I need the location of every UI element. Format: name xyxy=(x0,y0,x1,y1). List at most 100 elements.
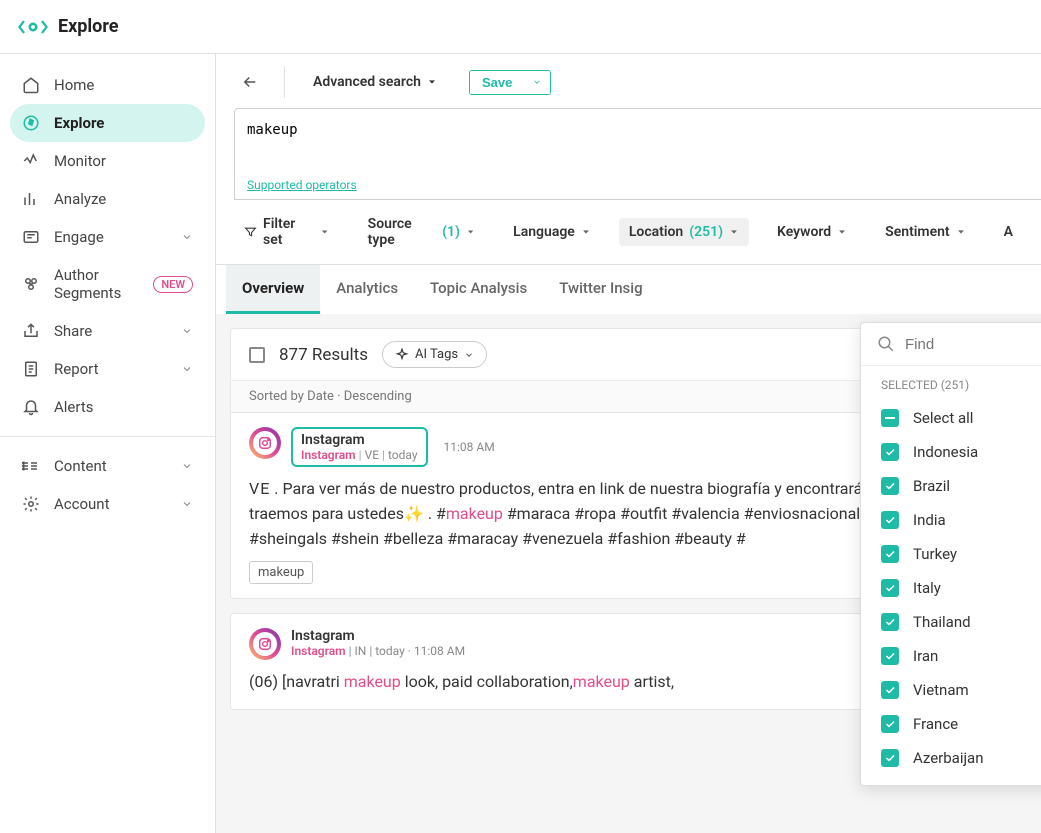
more-filters[interactable]: A xyxy=(994,218,1023,246)
keyword-dropdown[interactable]: Keyword xyxy=(767,218,857,246)
location-label: France xyxy=(913,715,1041,733)
location-label: Italy xyxy=(913,579,1041,597)
filter-label: Language xyxy=(513,224,575,240)
location-option[interactable]: Italy 53 xyxy=(861,571,1041,605)
results-count: 877 Results xyxy=(279,345,368,365)
selected-count-label: SELECTED (251) xyxy=(881,378,969,393)
sidebar-item-author-segments[interactable]: Author Segments NEW xyxy=(10,256,205,312)
checkbox-checked[interactable] xyxy=(881,443,899,461)
sidebar-item-label: Monitor xyxy=(54,152,106,170)
checkbox-indeterminate[interactable] xyxy=(881,409,899,427)
sentiment-dropdown[interactable]: Sentiment xyxy=(875,218,975,246)
result-tag[interactable]: makeup xyxy=(249,561,313,584)
sidebar: Home Explore Monitor Analyze Engage xyxy=(0,54,216,833)
tab-analytics[interactable]: Analytics xyxy=(320,265,414,314)
language-dropdown[interactable]: Language xyxy=(503,218,601,246)
advanced-search-dropdown[interactable]: Advanced search xyxy=(303,68,447,96)
report-icon xyxy=(22,360,40,378)
select-all-row[interactable]: Select all xyxy=(861,401,1041,435)
select-all-label: Select all xyxy=(913,409,1041,427)
result-date: today xyxy=(375,644,405,658)
location-label: India xyxy=(913,511,1041,529)
sidebar-item-label: Account xyxy=(54,495,110,513)
sidebar-item-engage[interactable]: Engage xyxy=(10,218,205,256)
checkbox-checked[interactable] xyxy=(881,749,899,767)
location-option[interactable]: Iran 35 xyxy=(861,639,1041,673)
dropdown-search xyxy=(861,323,1041,366)
sidebar-item-report[interactable]: Report xyxy=(10,350,205,388)
filter-icon xyxy=(244,225,257,239)
location-option[interactable]: Indonesia 227 xyxy=(861,435,1041,469)
search-icon xyxy=(877,335,895,353)
checkbox-checked[interactable] xyxy=(881,545,899,563)
location-label: Iran xyxy=(913,647,1041,665)
sidebar-item-analyze[interactable]: Analyze xyxy=(10,180,205,218)
select-all-checkbox[interactable] xyxy=(249,347,265,363)
save-dropdown[interactable] xyxy=(524,71,550,94)
chevron-down-icon xyxy=(181,231,193,243)
sidebar-item-label: Author Segments xyxy=(54,266,135,302)
checkbox-checked[interactable] xyxy=(881,477,899,495)
new-badge: NEW xyxy=(153,276,193,293)
sidebar-item-label: Content xyxy=(54,457,107,475)
checkbox-checked[interactable] xyxy=(881,511,899,529)
instagram-icon xyxy=(258,637,272,651)
result-platform: Instagram xyxy=(301,432,418,448)
supported-operators-link[interactable]: Supported operators xyxy=(247,178,357,192)
result-platform: Instagram xyxy=(291,628,465,644)
tab-topic-analysis[interactable]: Topic Analysis xyxy=(414,265,543,314)
location-option[interactable]: Azerbaijan 26 xyxy=(861,741,1041,775)
back-button[interactable] xyxy=(234,66,266,98)
location-option[interactable]: France 30 xyxy=(861,707,1041,741)
filter-count: (251) xyxy=(689,224,723,240)
checkbox-checked[interactable] xyxy=(881,579,899,597)
alerts-icon xyxy=(22,398,40,416)
caret-down-icon xyxy=(320,227,329,237)
sidebar-item-home[interactable]: Home xyxy=(10,66,205,104)
chevron-down-icon xyxy=(181,498,193,510)
sidebar-item-monitor[interactable]: Monitor xyxy=(10,142,205,180)
chevron-down-icon xyxy=(181,460,193,472)
search-input[interactable] xyxy=(247,122,1029,138)
checkbox-checked[interactable] xyxy=(881,715,899,733)
caret-down-icon xyxy=(837,227,847,237)
save-button[interactable]: Save xyxy=(470,71,524,94)
sidebar-item-alerts[interactable]: Alerts xyxy=(10,388,205,426)
avatar xyxy=(249,427,281,459)
ai-tags-button[interactable]: AI Tags xyxy=(382,341,487,368)
filter-label: Filter set xyxy=(263,216,314,248)
location-label: Indonesia xyxy=(913,443,1041,461)
location-option[interactable]: Vietnam 32 xyxy=(861,673,1041,707)
location-option[interactable]: Turkey 69 xyxy=(861,537,1041,571)
filter-set-dropdown[interactable]: Filter set xyxy=(234,210,340,254)
tab-overview[interactable]: Overview xyxy=(226,265,320,314)
sidebar-item-content[interactable]: Content xyxy=(10,447,205,485)
location-option[interactable]: Brazil 102 xyxy=(861,469,1041,503)
sidebar-item-account[interactable]: Account xyxy=(10,485,205,523)
monitor-icon xyxy=(22,152,40,170)
result-source[interactable]: Instagram xyxy=(301,448,356,462)
location-dropdown-trigger[interactable]: Location (251) xyxy=(619,218,749,246)
content-icon xyxy=(22,457,40,475)
filter-label: A xyxy=(1004,224,1013,240)
logo[interactable]: Explore xyxy=(18,16,118,37)
source-type-dropdown[interactable]: Source type (1) xyxy=(358,210,485,254)
sidebar-item-share[interactable]: Share xyxy=(10,312,205,350)
sidebar-item-label: Report xyxy=(54,360,99,378)
dropdown-list[interactable]: Select all Indonesia 227 Brazil 102 Indi… xyxy=(861,401,1041,785)
advanced-search-label: Advanced search xyxy=(313,74,421,90)
checkbox-checked[interactable] xyxy=(881,647,899,665)
location-option[interactable]: Thailand 36 xyxy=(861,605,1041,639)
logo-icon xyxy=(18,17,48,37)
save-button-group: Save xyxy=(469,70,551,95)
result-location: IN xyxy=(355,644,367,658)
location-option[interactable]: India 100 xyxy=(861,503,1041,537)
checkbox-checked[interactable] xyxy=(881,613,899,631)
result-meta-highlighted: Instagram Instagram|VE|today xyxy=(291,427,428,467)
dropdown-find-input[interactable] xyxy=(905,336,1041,353)
tab-twitter-insights[interactable]: Twitter Insig xyxy=(543,265,658,314)
sidebar-item-explore[interactable]: Explore xyxy=(10,104,205,142)
result-source[interactable]: Instagram xyxy=(291,644,346,658)
checkbox-checked[interactable] xyxy=(881,681,899,699)
caret-down-icon xyxy=(427,77,437,87)
